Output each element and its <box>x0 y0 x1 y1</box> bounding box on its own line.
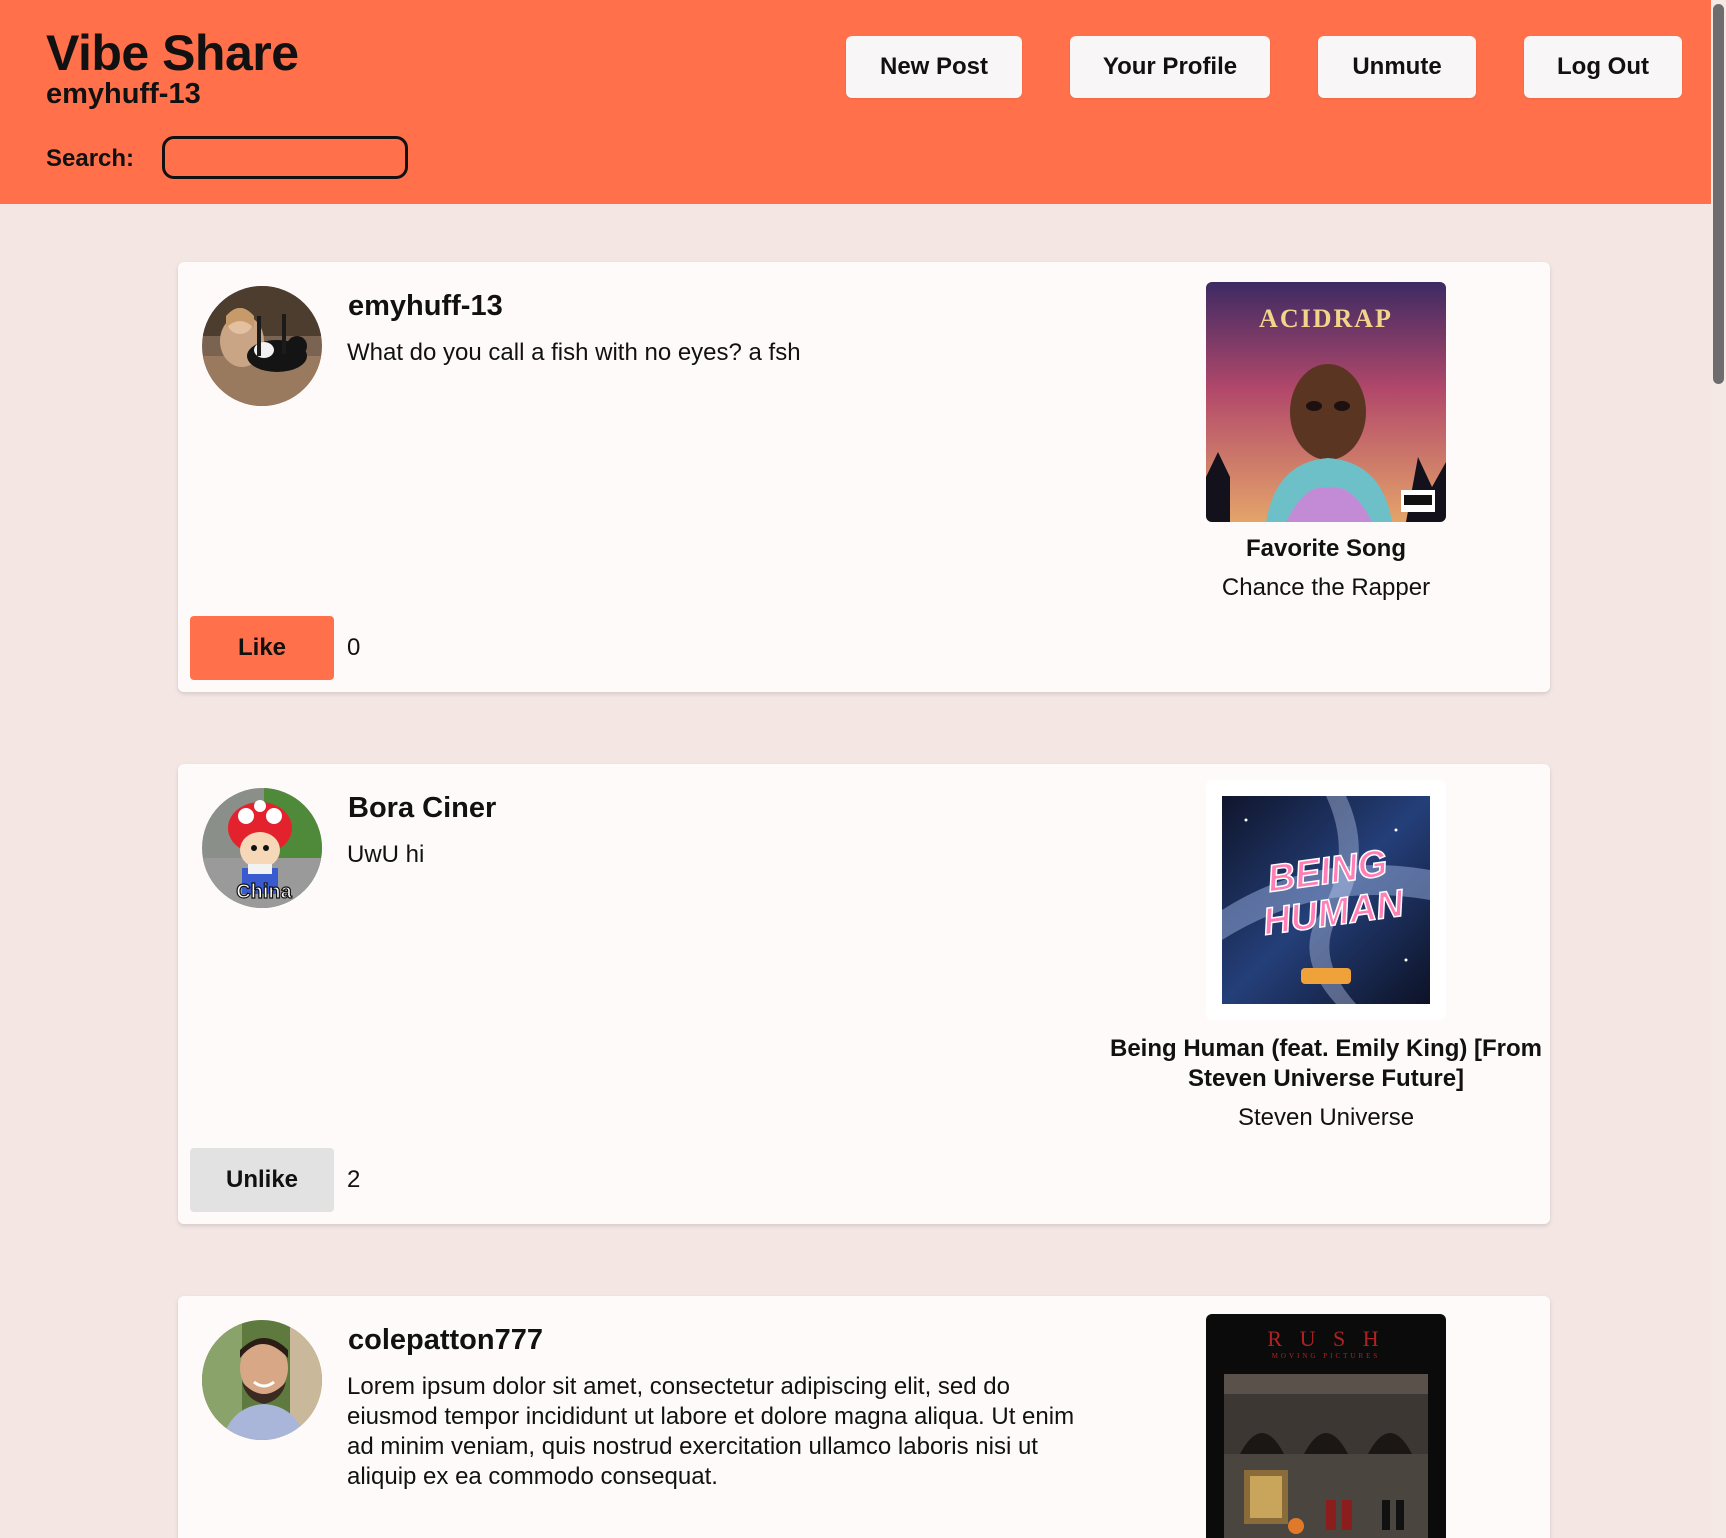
song-title: Being Human (feat. Emily King) [From Ste… <box>1109 1035 1543 1092</box>
post-username[interactable]: emyhuff-13 <box>348 290 503 323</box>
search-label: Search: <box>46 145 135 172</box>
album-text: ACIDRAP <box>1259 304 1393 333</box>
album-art: R U S H MOVING PICTURES <box>1206 1314 1446 1538</box>
app-title: Vibe Share <box>46 25 299 81</box>
post-text: What do you call a fish with no eyes? a … <box>347 339 801 366</box>
avatar[interactable] <box>202 286 322 406</box>
like-button[interactable]: Like <box>190 616 334 680</box>
album-art: BEING HUMAN <box>1206 780 1446 1020</box>
avatar-caption: China <box>236 881 292 903</box>
album-subtext: MOVING PICTURES <box>1272 1352 1381 1360</box>
post-card: colepatton777 Lorem ipsum dolor sit amet… <box>178 1296 1550 1538</box>
search-input[interactable] <box>162 136 408 179</box>
like-count: 0 <box>347 634 361 661</box>
your-profile-button[interactable]: Your Profile <box>1070 36 1270 98</box>
post-text: UwU hi <box>347 841 425 868</box>
avatar[interactable] <box>202 1320 322 1440</box>
app-header: Vibe Share emyhuff-13 Search: New Post Y… <box>0 0 1711 204</box>
new-post-button[interactable]: New Post <box>846 36 1022 98</box>
song-title: Favorite Song <box>1245 535 1407 562</box>
unlike-button[interactable]: Unlike <box>190 1148 334 1212</box>
avatar[interactable]: China <box>202 788 322 908</box>
like-count: 2 <box>347 1166 361 1193</box>
post-username[interactable]: Bora Ciner <box>348 792 496 825</box>
album-art: ACIDRAP <box>1206 282 1446 522</box>
album-text: R U S H <box>1267 1326 1384 1351</box>
unmute-button[interactable]: Unmute <box>1318 36 1476 98</box>
scrollbar-thumb[interactable] <box>1713 4 1724 384</box>
current-username: emyhuff-13 <box>46 78 201 110</box>
post-username[interactable]: colepatton777 <box>348 1324 543 1357</box>
post-card: China Bora Ciner UwU hi BEING HUMAN Bein… <box>178 764 1550 1224</box>
scrollbar[interactable] <box>1711 0 1726 1538</box>
log-out-button[interactable]: Log Out <box>1524 36 1682 98</box>
post-card: emyhuff-13 What do you call a fish with … <box>178 262 1550 692</box>
song-artist: Chance the Rapper <box>1221 574 1431 601</box>
post-text: Lorem ipsum dolor sit amet, consectetur … <box>347 1373 1075 1490</box>
song-artist: Steven Universe <box>1237 1104 1415 1131</box>
